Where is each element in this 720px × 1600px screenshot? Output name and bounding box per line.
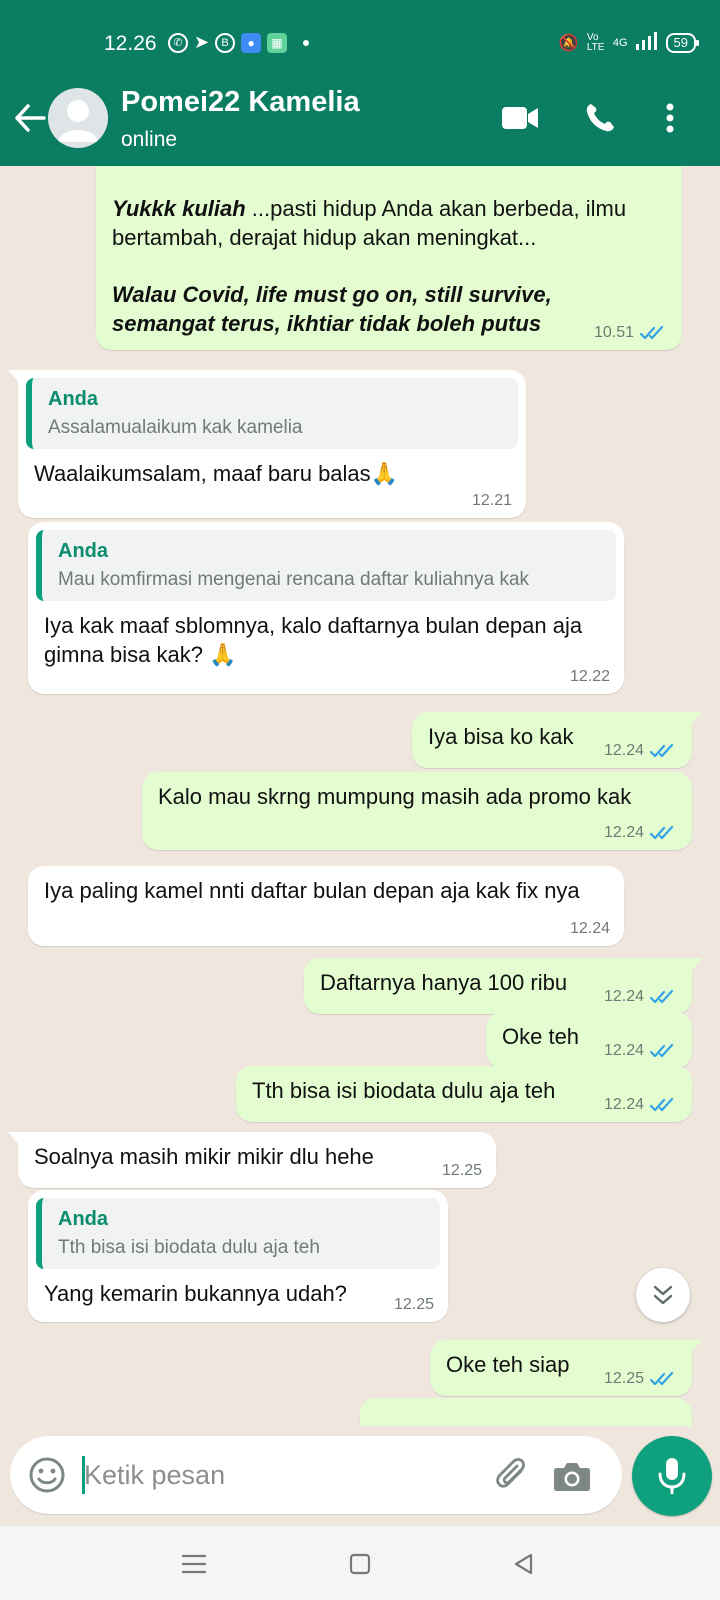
message-text: Yukkk kuliah ...pasti hidup Anda akan be… <box>112 196 627 250</box>
message-outgoing[interactable]: Yukkk kuliah ...pasti hidup Anda akan be… <box>96 166 682 350</box>
phone-call-icon[interactable] <box>576 96 624 140</box>
scroll-to-bottom-button[interactable] <box>636 1268 690 1322</box>
message-incoming[interactable]: Anda Assalamualaikum kak kamelia Waalaik… <box>8 370 526 518</box>
message-meta: 12.24 <box>604 824 678 842</box>
message-outgoing[interactable]: Oke teh siap 12.25 <box>430 1340 702 1396</box>
quote-text: Assalamualaikum kak kamelia <box>48 417 303 438</box>
b-notif-icon: B <box>215 32 236 53</box>
quoted-message[interactable]: Anda Tth bisa isi biodata dulu aja teh <box>36 1198 440 1269</box>
message-incoming[interactable]: Anda Mau komfirmasi mengenai rencana daf… <box>28 522 624 694</box>
message-meta: 12.21 <box>471 492 512 509</box>
message-incoming[interactable]: Iya paling kamel nnti daftar bulan depan… <box>28 866 624 946</box>
message-outgoing[interactable]: Kalo mau skrng mumpung masih ada promo k… <box>142 772 692 850</box>
message-text: Iya paling kamel nnti daftar bulan depan… <box>44 878 580 903</box>
message-list[interactable]: Yukkk kuliah ...pasti hidup Anda akan be… <box>0 166 720 1426</box>
whatsapp-notif-icon: ✆ <box>168 32 188 53</box>
message-text: Kalo mau skrng mumpung masih ada promo k… <box>158 784 632 809</box>
read-ticks-icon <box>640 325 668 341</box>
mic-icon <box>658 1458 686 1494</box>
read-ticks-icon <box>650 825 678 841</box>
volte-indicator: Vo LTE <box>586 31 605 53</box>
double-chevron-down-icon <box>653 1285 673 1305</box>
app-bar: Pomei22 Kamelia online <box>0 80 720 166</box>
message-text-emphasis: Walau Covid, life must go on, still surv… <box>112 282 552 336</box>
message-outgoing-partial[interactable] <box>360 1398 692 1426</box>
read-ticks-icon <box>650 1371 678 1387</box>
mic-button[interactable] <box>632 1436 712 1516</box>
camera-icon[interactable] <box>550 1454 594 1498</box>
video-call-icon[interactable] <box>496 96 544 140</box>
network-indicator: 4G <box>612 36 628 49</box>
message-meta: 10.51 <box>594 324 668 342</box>
status-time: 12.26 <box>104 32 157 55</box>
message-text: Yang kemarin bukannya udah? <box>44 1281 347 1306</box>
home-icon[interactable] <box>340 1544 380 1584</box>
back-arrow-icon[interactable] <box>10 98 50 138</box>
message-meta: 12.24 <box>604 988 678 1006</box>
praying-hands-emoji: 🙏 <box>370 461 399 486</box>
message-incoming[interactable]: Soalnya masih mikir mikir dlu hehe 12.25 <box>8 1132 496 1188</box>
recent-apps-icon[interactable] <box>174 1544 214 1584</box>
system-status-icons: 🔕 Vo LTE 4G 59 <box>558 31 700 53</box>
message-meta: 12.25 <box>393 1296 434 1313</box>
message-meta: 12.25 <box>441 1162 482 1179</box>
message-outgoing[interactable]: Tth bisa isi biodata dulu aja teh 12.24 <box>236 1066 692 1122</box>
quote-author: Anda <box>58 1208 108 1230</box>
more-vert-icon[interactable] <box>646 96 694 140</box>
message-text: Soalnya masih mikir mikir dlu hehe <box>34 1144 374 1169</box>
more-notifications-dot-icon <box>303 39 310 46</box>
avatar[interactable] <box>48 88 108 148</box>
telegram-notif-icon: ➤ <box>194 32 210 52</box>
app-notif-icon: ● <box>241 32 262 53</box>
quote-author: Anda <box>58 540 108 562</box>
read-ticks-icon <box>650 743 678 759</box>
attach-icon[interactable] <box>490 1454 534 1498</box>
message-outgoing[interactable]: Iya bisa ko kak 12.24 <box>412 712 702 768</box>
praying-hands-emoji: 🙏 <box>209 642 237 667</box>
message-meta: 12.24 <box>604 1096 678 1114</box>
quoted-message[interactable]: Anda Assalamualaikum kak kamelia <box>26 378 518 449</box>
message-meta: 12.24 <box>604 1042 678 1060</box>
quoted-message[interactable]: Anda Mau komfirmasi mengenai rencana daf… <box>36 530 616 601</box>
message-meta: 12.24 <box>569 920 610 937</box>
signal-icon <box>635 32 658 53</box>
message-input[interactable] <box>84 1452 464 1498</box>
message-outgoing[interactable]: Oke teh 12.24 <box>486 1012 692 1068</box>
quote-text: Mau komfirmasi mengenai rencana daftar k… <box>58 569 530 590</box>
notification-icons: ✆ ➤ B ● ▦ <box>168 32 310 53</box>
calculator-notif-icon: ▦ <box>267 32 288 53</box>
message-meta: 12.25 <box>604 1370 678 1388</box>
message-incoming[interactable]: Anda Tth bisa isi biodata dulu aja teh Y… <box>28 1190 448 1322</box>
message-text: Iya kak maaf sblomnya, kalo daftarnya bu… <box>44 613 583 667</box>
message-meta: 12.22 <box>569 668 610 685</box>
mute-icon: 🔕 <box>558 34 579 52</box>
status-bar: 12.26 ✆ ➤ B ● ▦ 🔕 Vo LTE 4G 59 <box>0 28 720 64</box>
read-ticks-icon <box>650 1097 678 1113</box>
quote-text: Tth bisa isi biodata dulu aja teh <box>58 1237 320 1258</box>
contact-name[interactable]: Pomei22 Kamelia <box>121 86 360 119</box>
message-outgoing[interactable]: Daftarnya hanya 100 ribu 12.24 <box>304 958 702 1014</box>
system-navigation-bar <box>0 1526 720 1600</box>
emoji-icon[interactable] <box>26 1454 68 1496</box>
read-ticks-icon <box>650 1043 678 1059</box>
composer-bar <box>0 1426 720 1526</box>
contact-status: online <box>121 128 178 151</box>
message-input-box[interactable] <box>10 1436 622 1514</box>
battery-indicator: 59 <box>665 32 700 53</box>
message-meta: 12.24 <box>604 742 678 760</box>
chat-header: 12.26 ✆ ➤ B ● ▦ 🔕 Vo LTE 4G 59 Pomei22 K… <box>0 0 720 166</box>
back-nav-icon[interactable] <box>504 1544 544 1584</box>
read-ticks-icon <box>650 989 678 1005</box>
message-text: Waalaikumsalam, maaf baru balas🙏 <box>34 461 399 486</box>
quote-author: Anda <box>48 388 98 410</box>
